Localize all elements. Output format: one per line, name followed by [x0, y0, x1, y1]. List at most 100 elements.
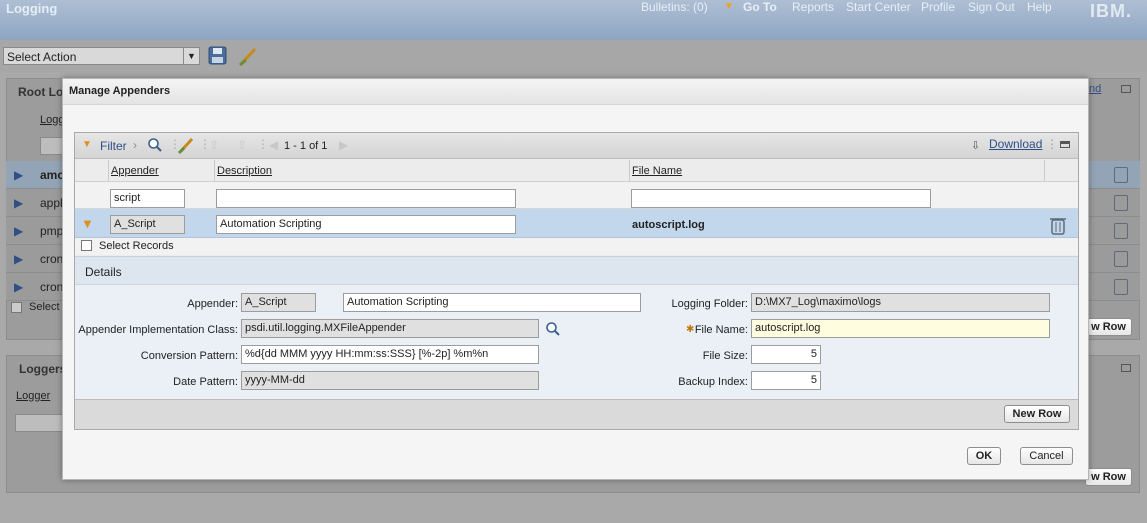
- file-name-filter-input[interactable]: [631, 189, 931, 208]
- description-cell[interactable]: Automation Scripting: [216, 215, 516, 234]
- select-action-dropdown[interactable]: Select Action ▼: [3, 47, 200, 65]
- help-link[interactable]: Help: [1027, 0, 1052, 14]
- root-section-title: Root Lo: [18, 85, 64, 99]
- row-logger-name: cron: [40, 280, 64, 294]
- appender-column-header[interactable]: Appender: [111, 165, 159, 177]
- start-center-link[interactable]: Start Center: [846, 0, 911, 14]
- impl-class-field[interactable]: psdi.util.logging.MXFileAppender: [241, 319, 539, 338]
- logging-folder-label: Logging Folder:: [671, 298, 748, 310]
- file-size-label: File Size:: [702, 350, 748, 362]
- expand-arrow-icon[interactable]: ▶: [14, 280, 23, 294]
- trash-icon[interactable]: [1114, 167, 1128, 183]
- filter-icon: ▼: [82, 139, 92, 150]
- file-name-label: File Name:: [694, 324, 748, 336]
- select-label: Select: [29, 301, 60, 313]
- table-footer: New Row: [75, 399, 1078, 429]
- logger-filter-input[interactable]: [15, 414, 65, 432]
- arrow-left-icon[interactable]: ◀: [269, 138, 278, 152]
- trash-icon[interactable]: [1114, 223, 1128, 239]
- date-pattern-field[interactable]: yyyy-MM-dd: [241, 371, 539, 390]
- backup-index-field[interactable]: 5: [751, 371, 821, 390]
- trash-icon[interactable]: [1049, 216, 1067, 236]
- expand-arrow-icon[interactable]: ▶: [14, 168, 23, 182]
- file-size-field[interactable]: 5: [751, 345, 821, 364]
- new-row-button-bg[interactable]: w Row: [1085, 468, 1132, 486]
- previous-page-icon[interactable]: ⇧: [237, 138, 247, 152]
- details-header: Details: [75, 257, 1078, 285]
- appender-label: Appender:: [187, 298, 238, 310]
- app-title: Logging: [6, 1, 58, 16]
- trash-icon[interactable]: [1114, 195, 1128, 211]
- cancel-button[interactable]: Cancel: [1020, 447, 1073, 465]
- filter-button[interactable]: Filter: [100, 139, 127, 153]
- row-logger-name: amc: [40, 168, 65, 182]
- logger-column-header[interactable]: Logger: [16, 390, 50, 402]
- impl-class-label: Appender Implementation Class:: [78, 324, 238, 336]
- toolbar-separator: ⋮: [257, 137, 269, 151]
- clear-changes-icon[interactable]: [238, 46, 260, 66]
- lookup-search-icon[interactable]: [545, 321, 561, 337]
- date-pattern-label: Date Pattern:: [173, 376, 238, 388]
- sign-out-link[interactable]: Sign Out: [968, 0, 1015, 14]
- manage-appenders-dialog: Manage Appenders ▼ Filter › ⋮ ⋮ ⇧ ⇧ ⋮ ◀ …: [62, 78, 1089, 480]
- chevron-right-icon: ›: [133, 138, 137, 152]
- ok-button[interactable]: OK: [967, 447, 1001, 465]
- logging-folder-field[interactable]: D:\MX7_Log\maximo\logs: [751, 293, 1050, 312]
- appender-cell[interactable]: A_Script: [110, 215, 185, 234]
- new-row-button[interactable]: New Row: [1004, 405, 1070, 423]
- select-records-row: [75, 238, 1078, 255]
- download-partial-link[interactable]: nd: [1089, 83, 1101, 95]
- details-title: Details: [85, 265, 122, 279]
- minimize-icon[interactable]: [1121, 85, 1131, 93]
- description-column-header[interactable]: Description: [217, 165, 272, 177]
- download-icon[interactable]: ⇩: [971, 139, 980, 152]
- reports-link[interactable]: Reports: [792, 0, 834, 14]
- select-records-label: Select Records: [99, 240, 174, 252]
- save-icon[interactable]: [208, 46, 228, 66]
- download-link[interactable]: Download: [989, 137, 1042, 151]
- table-toolbar: ▼ Filter › ⋮ ⋮ ⇧ ⇧ ⋮ ◀ 1 - 1 of 1 ▶ ⇩ Do…: [75, 133, 1078, 159]
- dialog-title: Manage Appenders: [69, 85, 171, 97]
- expand-arrow-icon[interactable]: ▶: [14, 224, 23, 238]
- description-filter-input[interactable]: [216, 189, 516, 208]
- select-records-checkbox[interactable]: [81, 240, 92, 251]
- new-row-button-bg[interactable]: w Row: [1085, 318, 1132, 336]
- conversion-pattern-field[interactable]: %d{dd MMM yyyy HH:mm:ss:SSS} [%-2p] %m%n: [241, 345, 539, 364]
- backup-index-label: Backup Index:: [678, 376, 748, 388]
- file-name-field[interactable]: autoscript.log: [751, 319, 1050, 338]
- search-icon[interactable]: [147, 137, 163, 153]
- profile-link[interactable]: Profile: [921, 0, 955, 14]
- loggers-section-title: Loggers: [19, 362, 67, 376]
- trash-icon[interactable]: [1114, 251, 1128, 267]
- goto-chevron-icon: ▼: [724, 1, 734, 12]
- details-section: Details Appender: A_Script Automation Sc…: [75, 256, 1078, 399]
- chevron-down-icon: ▼: [183, 48, 199, 64]
- select-action-label: Select Action: [7, 50, 77, 64]
- appender-filter-input[interactable]: script: [110, 189, 185, 208]
- goto-link[interactable]: Go To: [743, 0, 777, 14]
- minimize-icon[interactable]: [1121, 364, 1131, 372]
- expand-arrow-icon[interactable]: ▶: [14, 252, 23, 266]
- appender-field[interactable]: A_Script: [241, 293, 316, 312]
- clear-filter-icon[interactable]: [177, 136, 195, 154]
- dialog-header: Manage Appenders: [63, 79, 1088, 105]
- file-name-column-header[interactable]: File Name: [632, 165, 682, 177]
- row-logger-name: appl: [40, 196, 63, 210]
- minimize-icon[interactable]: [1060, 141, 1070, 148]
- ibm-logo: IBM.: [1090, 1, 1132, 21]
- toolbar-separator: ⋮: [1046, 137, 1058, 151]
- collapse-arrow-icon[interactable]: ▼: [81, 216, 94, 231]
- appenders-table: ▼ Filter › ⋮ ⋮ ⇧ ⇧ ⋮ ◀ 1 - 1 of 1 ▶ ⇩ Do…: [74, 132, 1079, 430]
- expand-arrow-icon[interactable]: ▶: [14, 196, 23, 210]
- file-name-cell: autoscript.log: [632, 219, 705, 231]
- arrow-right-icon[interactable]: ▶: [339, 138, 348, 152]
- select-checkbox[interactable]: [11, 302, 22, 313]
- pagination-label: 1 - 1 of 1: [284, 140, 328, 152]
- conversion-pattern-label: Conversion Pattern:: [140, 350, 238, 362]
- appender-description-field[interactable]: Automation Scripting: [343, 293, 641, 312]
- trash-icon[interactable]: [1114, 279, 1128, 295]
- bulletins-link[interactable]: Bulletins: (0): [641, 0, 708, 14]
- row-logger-name: cron: [40, 252, 64, 266]
- row-logger-name: pmp: [40, 224, 64, 238]
- first-page-icon[interactable]: ⇧: [209, 138, 219, 152]
